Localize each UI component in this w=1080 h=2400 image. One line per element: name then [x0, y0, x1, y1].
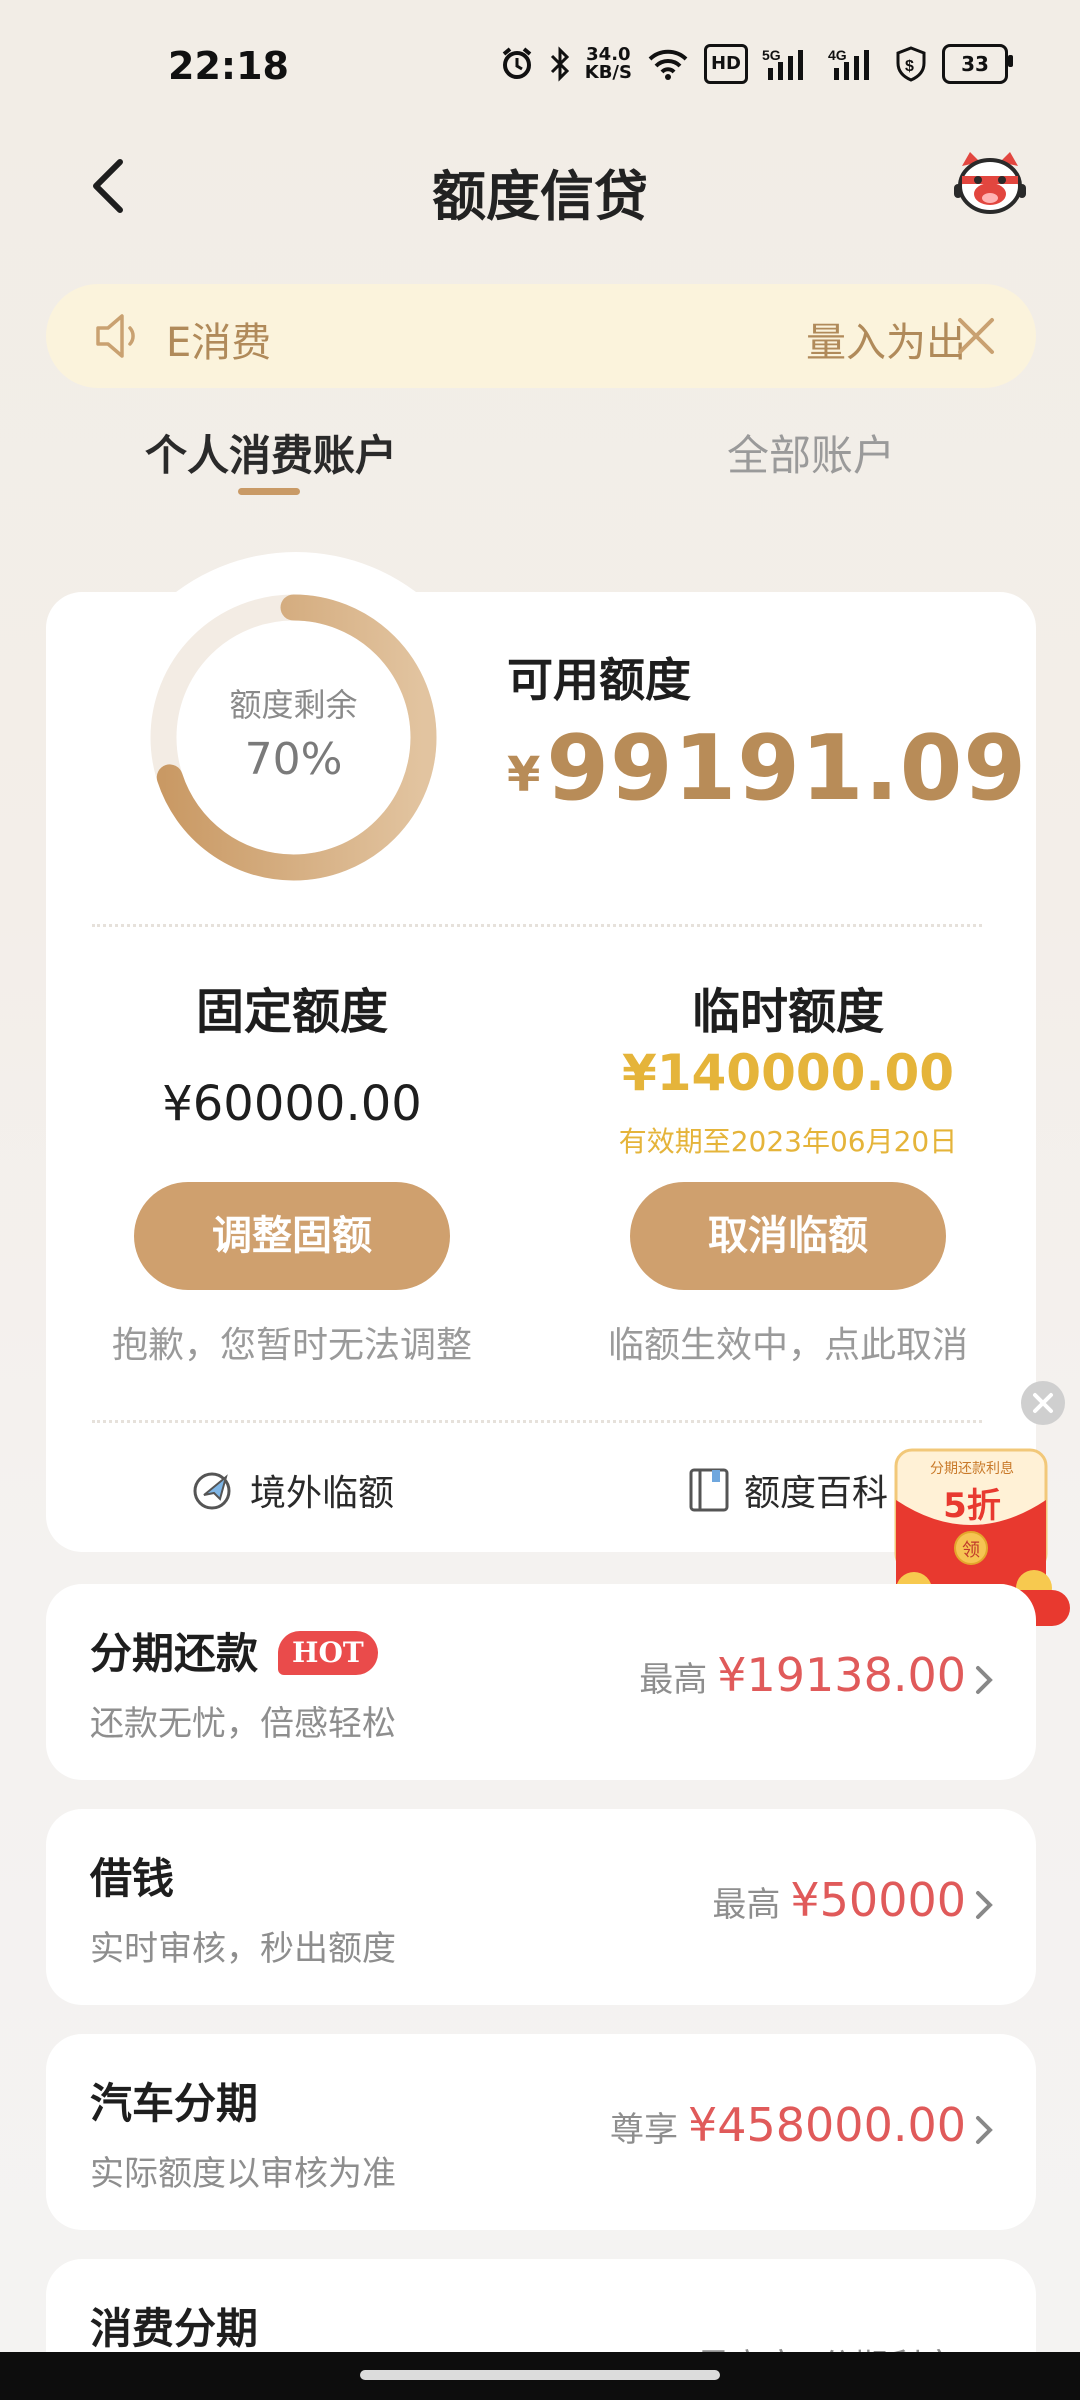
temp-credit-hint[interactable]: 临额生效中，点此取消 — [578, 1316, 998, 1368]
fixed-credit-title: 固定额度 — [195, 984, 388, 1040]
tab-active-indicator — [238, 488, 300, 495]
net-speed: 34.0 KB/S — [584, 44, 632, 83]
fixed-credit-amount: ¥60000.00 — [162, 1076, 422, 1132]
tab-all-accounts[interactable]: 全部账户 — [727, 422, 895, 483]
available-credit-amount: ¥99191.09 — [507, 716, 1027, 821]
service-subtitle: 还款无忧，倍感轻松 — [90, 1704, 396, 1744]
overseas-temp-credit-link[interactable]: 境外临额 — [190, 1460, 394, 1520]
service-title: 消费分期 — [90, 2304, 259, 2353]
plane-globe-icon — [193, 1472, 231, 1510]
service-title: 汽车分期 — [90, 2079, 259, 2128]
promo-discount: 5折 — [943, 1486, 1001, 1526]
promo-close-button[interactable] — [1021, 1381, 1065, 1425]
svg-text:5G: 5G — [762, 47, 781, 63]
svg-text:$: $ — [905, 58, 914, 75]
system-nav-bar — [0, 2352, 1080, 2400]
signal-4g-icon: 4G — [828, 44, 880, 84]
service-subtitle: 实际额度以审核为准 — [90, 2154, 396, 2194]
credit-wiki-label: 额度百科 — [744, 1473, 889, 1514]
available-amount-value: 99191.09 — [546, 716, 1027, 821]
signal-5g-icon: 5G — [762, 44, 814, 84]
bluetooth-icon — [549, 44, 571, 84]
available-credit-label: 可用额度 — [507, 653, 691, 707]
status-bar: 22:18 34.0 KB/S HD 5G 4G $ 33 — [0, 0, 1080, 130]
credit-wiki-link[interactable]: 额度百科 — [688, 1460, 888, 1520]
divider-bottom — [92, 1420, 982, 1423]
close-icon[interactable] — [954, 314, 998, 358]
adjust-fixed-button[interactable]: 调整固额 — [134, 1182, 450, 1290]
service-item-auto-installment[interactable]: 汽车分期 实际额度以审核为准 尊享 ¥458000.00 — [46, 2034, 1036, 2230]
service-subtitle: 实时审核，秒出额度 — [90, 1929, 396, 1969]
promo-coin-text: 领 — [962, 1540, 980, 1561]
close-icon — [1033, 1393, 1053, 1413]
account-tabs: 个人消费账户 全部账户 — [0, 412, 1080, 502]
battery-icon: 33 — [942, 44, 1013, 84]
wifi-icon — [646, 44, 690, 84]
header: 额度信贷 — [0, 130, 1080, 240]
mascot-avatar-icon[interactable] — [952, 148, 1028, 220]
ring-percent: 70% — [244, 734, 343, 785]
chevron-right-icon — [976, 1666, 993, 1694]
service-item-installment-repay[interactable]: 分期还款 HOT 还款无忧，倍感轻松 最高 ¥19138.00 — [46, 1584, 1036, 1780]
cancel-temp-button[interactable]: 取消临额 — [630, 1182, 946, 1290]
svg-text:4G: 4G — [828, 47, 847, 63]
fixed-credit-hint: 抱歉，您暂时无法调整 — [111, 1325, 472, 1366]
tab-personal-consumer[interactable]: 个人消费账户 — [145, 422, 397, 483]
chevron-right-icon — [976, 2116, 993, 2144]
service-limit: 最高 ¥19138.00 — [639, 1648, 966, 1702]
temp-credit-amount: ¥140000.00 — [621, 1044, 955, 1102]
service-limit: 尊享 ¥458000.00 — [609, 2098, 966, 2152]
notice-text-left: E消费 — [166, 320, 272, 366]
service-limit: 最高 ¥50000 — [712, 1873, 966, 1927]
divider-top — [92, 924, 982, 927]
temp-credit-validity: 有效期至2023年06月20日 — [618, 1125, 958, 1158]
service-title: 借钱 — [90, 1854, 175, 1903]
overseas-temp-credit-label: 境外临额 — [250, 1473, 395, 1514]
service-item-borrow[interactable]: 借钱 实时审核，秒出额度 最高 ¥50000 — [46, 1809, 1036, 2005]
page-title: 额度信贷 — [432, 165, 648, 228]
promo-banner-text: 分期还款利息 — [930, 1461, 1014, 1477]
status-icons: 34.0 KB/S HD 5G 4G $ 33 — [499, 44, 1013, 84]
service-title: 分期还款 HOT — [90, 1620, 378, 1681]
notice-text-right: 量入为出 — [806, 320, 966, 366]
ring-label: 额度剩余 — [229, 686, 358, 724]
speaker-icon — [96, 314, 135, 358]
chevron-right-icon — [976, 1891, 993, 1919]
home-indicator[interactable] — [360, 2370, 720, 2380]
shield-dollar-icon: $ — [894, 44, 928, 84]
currency-symbol: ¥ — [507, 747, 541, 803]
hot-badge: HOT — [278, 1631, 378, 1675]
notice-bar[interactable]: E消费 量入为出 — [46, 284, 1036, 388]
temp-credit-title: 临时额度 — [691, 984, 884, 1040]
book-icon — [689, 1468, 729, 1512]
status-time: 22:18 — [168, 44, 289, 88]
hd-badge: HD — [703, 44, 748, 84]
alarm-icon — [499, 44, 535, 84]
